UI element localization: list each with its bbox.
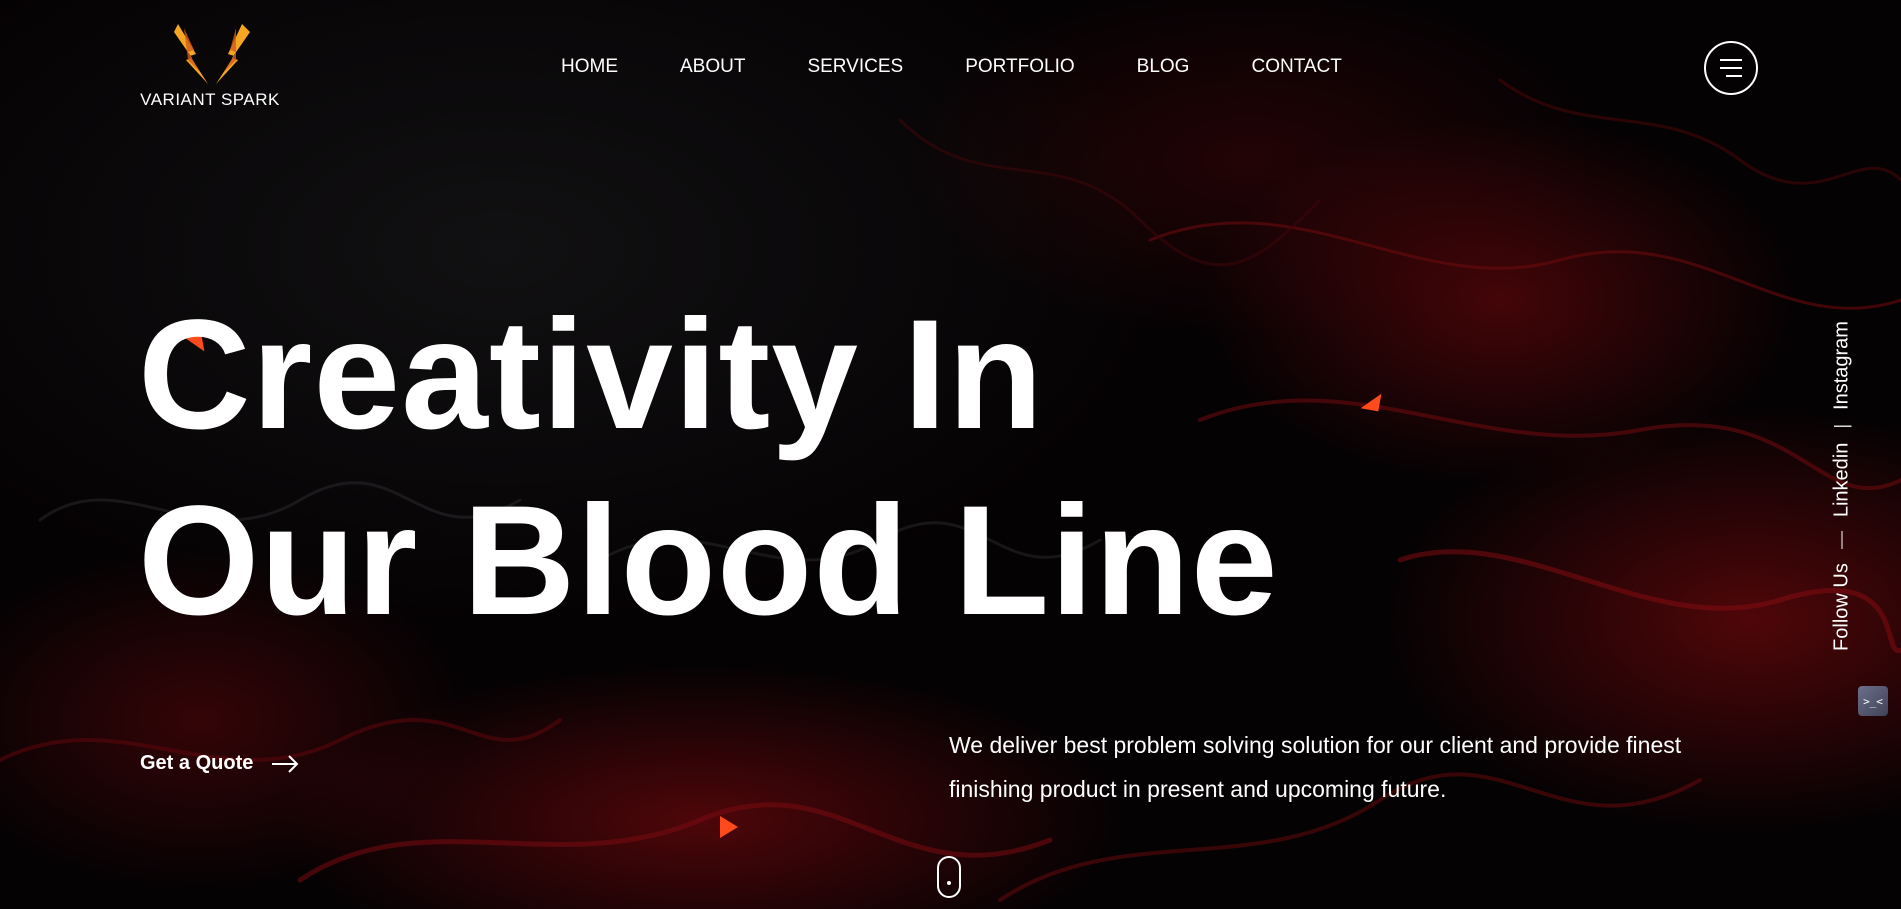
main-nav: HOME ABOUT SERVICES PORTFOLIO BLOG CONTA… xyxy=(561,56,1404,78)
hero-tagline: We deliver best problem solving solution… xyxy=(949,732,1682,802)
hero-headline: Creativity In Our Blood Line xyxy=(138,282,1279,654)
scroll-dot xyxy=(947,881,951,885)
follow-us-label: Follow Us xyxy=(1830,563,1853,651)
divider xyxy=(1841,531,1843,550)
headline-line-2: Our Blood Line xyxy=(138,474,1279,648)
cta-label: Get a Quote xyxy=(140,752,254,774)
nav-item-about[interactable]: ABOUT xyxy=(680,56,745,78)
get-a-quote-button[interactable]: Get a Quote xyxy=(140,752,299,775)
nav-item-home[interactable]: HOME xyxy=(561,56,618,78)
headline-line-1: Creativity In xyxy=(138,288,1044,462)
twin-lightning-bolts-icon xyxy=(174,24,250,84)
brand-logo[interactable]: VARIANT SPARK xyxy=(140,20,280,110)
mouse-scroll-icon[interactable] xyxy=(937,856,961,898)
arrow-right-icon xyxy=(272,754,299,773)
chat-widget-button[interactable]: >_< xyxy=(1858,686,1888,716)
hamburger-menu-button[interactable] xyxy=(1704,41,1758,95)
orange-triangle-decoration xyxy=(1360,390,1382,412)
social-link-instagram[interactable]: Instagram xyxy=(1831,321,1854,410)
nav-item-portfolio[interactable]: PORTFOLIO xyxy=(965,56,1074,78)
orange-triangle-decoration xyxy=(720,816,738,838)
separator: | xyxy=(1831,423,1852,429)
hero-page: VARIANT SPARK HOME ABOUT SERVICES PORTFO… xyxy=(0,0,1901,909)
social-link-linkedin[interactable]: Linkedin xyxy=(1831,443,1854,518)
nav-item-services[interactable]: SERVICES xyxy=(807,56,903,78)
brand-name: VARIANT SPARK xyxy=(140,90,280,109)
hamburger-menu-icon xyxy=(1720,59,1742,61)
nav-item-blog[interactable]: BLOG xyxy=(1137,56,1190,78)
chat-icon: >_< xyxy=(1863,694,1883,708)
nav-item-contact[interactable]: CONTACT xyxy=(1251,56,1341,78)
social-follow-rail: Follow Us Linkedin | Instagram xyxy=(1827,316,1857,656)
